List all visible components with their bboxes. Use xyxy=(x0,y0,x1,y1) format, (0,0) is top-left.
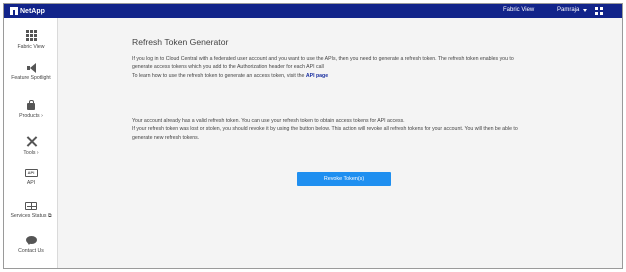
chevron-down-icon xyxy=(583,9,588,12)
intro-paragraph: If you log in to Cloud Central with a fe… xyxy=(132,55,602,80)
megaphone-icon xyxy=(26,63,37,73)
logo-text: NetApp xyxy=(20,7,45,15)
sidebar-item-label: Fabric View xyxy=(17,44,45,50)
netapp-logo-icon xyxy=(10,7,18,15)
status-line-2: If your refresh token was lost or stolen… xyxy=(132,126,518,133)
external-link-icon: ⧉ xyxy=(47,213,52,219)
intro-line-1: If you log in to Cloud Central with a fe… xyxy=(132,56,514,62)
sidebar-item-label: API xyxy=(26,180,36,186)
sidebar-item-fabric-view[interactable]: Fabric View xyxy=(4,30,58,50)
main-content: Refresh Token Generator If you log in to… xyxy=(59,18,622,268)
app-window: NetApp Fabric View Pamraja Fabric View F… xyxy=(3,3,623,269)
fabric-view-link[interactable]: Fabric View xyxy=(503,7,534,13)
sidebar-item-api[interactable]: API API xyxy=(4,169,58,186)
chat-icon xyxy=(25,236,37,245)
sidebar-item-label: Feature Spotlight xyxy=(11,75,51,81)
app-switcher-icon[interactable] xyxy=(595,7,603,15)
page-title: Refresh Token Generator xyxy=(132,37,229,47)
sidebar-item-products[interactable]: Products › xyxy=(4,100,58,119)
chevron-right-icon: › xyxy=(36,150,39,156)
grid-icon xyxy=(25,30,37,41)
sidebar-item-label: Contact Us xyxy=(18,248,44,254)
status-line-1: Your account already has a valid refresh… xyxy=(132,118,405,124)
sidebar-item-label: Products xyxy=(19,113,40,119)
top-navigation-bar: NetApp Fabric View Pamraja xyxy=(4,4,622,18)
pulse-icon xyxy=(25,202,37,210)
status-line-3: generate new refresh tokens. xyxy=(132,134,200,141)
sidebar-item-contact-us[interactable]: Contact Us xyxy=(4,236,58,254)
user-name: Pamraja xyxy=(557,7,580,13)
tools-icon xyxy=(26,136,37,147)
revoke-tokens-button[interactable]: Revoke Token(s) xyxy=(297,172,391,186)
intro-line-3: To learn how to use the refresh token to… xyxy=(132,72,305,79)
sidebar-item-feature-spotlight[interactable]: Feature Spotlight xyxy=(4,63,58,81)
api-icon: API xyxy=(24,169,38,177)
sidebar-item-services-status[interactable]: Services Status ⧉ xyxy=(4,202,58,219)
shopping-bag-icon xyxy=(26,100,36,110)
sidebar-item-label: Tools xyxy=(23,150,36,156)
user-menu[interactable]: Pamraja xyxy=(557,7,588,13)
sidebar-item-tools[interactable]: Tools › xyxy=(4,136,58,156)
sidebar: Fabric View Feature Spotlight Products ›… xyxy=(4,18,58,268)
api-page-link[interactable]: API page xyxy=(306,73,328,79)
sidebar-item-label: Services Status xyxy=(10,213,47,219)
chevron-right-icon: › xyxy=(41,113,43,119)
netapp-logo[interactable]: NetApp xyxy=(10,6,45,16)
token-status-paragraph: Your account already has a valid refresh… xyxy=(132,117,602,142)
intro-line-2: generate access tokens which you add to … xyxy=(132,64,324,71)
